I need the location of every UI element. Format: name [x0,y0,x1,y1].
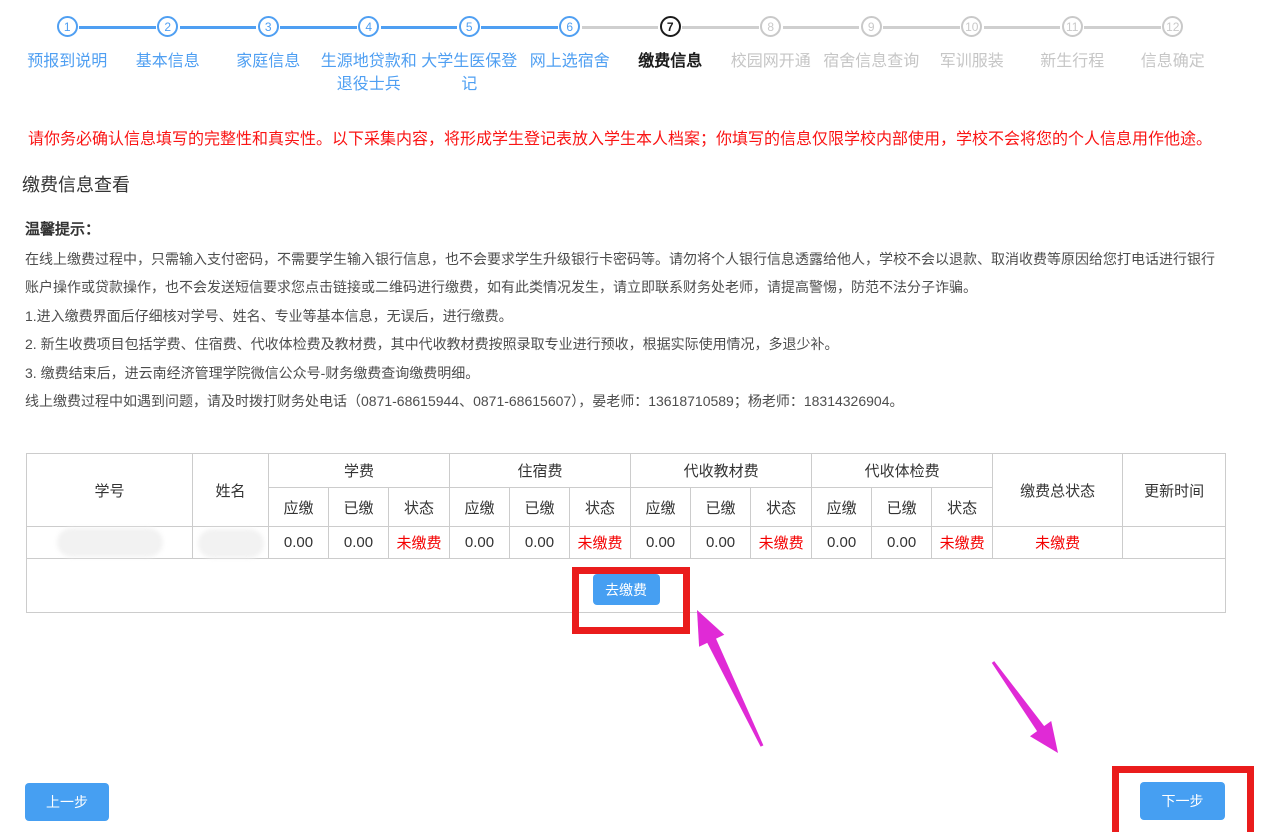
cell-tuition-status: 未缴费 [389,527,450,559]
subcol-status: 状态 [389,488,450,527]
col-group-physical: 代收体检费 [812,454,993,488]
subcol-paid: 已缴 [872,488,932,527]
step-label: 新生行程 [1022,50,1123,73]
col-header-update-time: 更新时间 [1123,454,1226,527]
step-circle-1: 1 [57,16,78,37]
cell-physical-paid: 0.00 [872,527,932,559]
step-label: 宿舍信息查询 [821,50,922,73]
redaction-blur [198,529,264,558]
col-header-total-status: 缴费总状态 [993,454,1123,527]
col-header-student-id: 学号 [27,454,193,527]
enrollment-wizard-page: 1 预报到说明 2 基本信息 3 家庭信息 4 生源地贷款和退役士兵 5 大学生… [0,0,1265,832]
step-label: 缴费信息 [620,50,721,73]
cell-dorm-due: 0.00 [450,527,510,559]
tips-item-1: 1.进入缴费界面后仔细核对学号、姓名、专业等基本信息，无误后，进行缴费。 [25,302,1217,331]
subcol-due: 应缴 [450,488,510,527]
step-circle-3: 3 [258,16,279,37]
step-label: 军训服装 [922,50,1023,73]
confidentiality-notice: 请你务必确认信息填写的完整性和真实性。以下采集内容，将形成学生登记表放入学生本人… [28,130,1243,150]
subcol-due: 应缴 [631,488,691,527]
subcol-due: 应缴 [812,488,872,527]
table-row: 0.00 0.00 未缴费 0.00 0.00 未缴费 0.00 0.00 未缴… [27,527,1226,559]
step-label: 家庭信息 [218,50,319,73]
arrow-to-next-step-icon [992,661,1058,753]
cell-name-redacted [193,527,269,559]
col-header-name: 姓名 [193,454,269,527]
subcol-paid: 已缴 [691,488,751,527]
payment-tips: 温馨提示： 在线上缴费过程中，只需输入支付密码，不需要学生输入银行信息，也不会要… [25,216,1217,416]
col-group-tuition: 学费 [269,454,450,488]
step-circle-12: 12 [1162,16,1183,37]
stepper-step-12[interactable]: 12 信息确定 [1123,16,1224,96]
cell-textbook-paid: 0.00 [691,527,751,559]
cell-tuition-due: 0.00 [269,527,329,559]
cell-total-status: 未缴费 [993,527,1123,559]
subcol-status: 状态 [932,488,993,527]
cell-dorm-status: 未缴费 [570,527,631,559]
cell-tuition-paid: 0.00 [329,527,389,559]
step-circle-10: 10 [961,16,982,37]
cell-student-id-redacted [27,527,193,559]
cell-textbook-due: 0.00 [631,527,691,559]
annotation-box-next-step [1112,766,1254,832]
cell-dorm-paid: 0.00 [510,527,570,559]
step-label: 基本信息 [118,50,219,73]
step-label: 校园网开通 [721,50,822,73]
col-group-dorm: 住宿费 [450,454,631,488]
step-circle-6: 6 [559,16,580,37]
stepper: 1 预报到说明 2 基本信息 3 家庭信息 4 生源地贷款和退役士兵 5 大学生… [17,16,1223,96]
redaction-blur [57,528,163,557]
step-label: 网上选宿舍 [520,50,621,73]
subcol-status: 状态 [570,488,631,527]
page-title: 缴费信息查看 [22,171,130,197]
step-circle-11: 11 [1062,16,1083,37]
subcol-due: 应缴 [269,488,329,527]
cell-physical-due: 0.00 [812,527,872,559]
col-group-textbook: 代收教材费 [631,454,812,488]
cell-textbook-status: 未缴费 [751,527,812,559]
tips-item-3: 3. 缴费结束后，进云南经济管理学院微信公众号-财务缴费查询缴费明细。 [25,359,1217,388]
step-circle-7: 7 [660,16,681,37]
annotation-arrows-layer [0,0,1265,832]
subcol-status: 状态 [751,488,812,527]
tips-title: 温馨提示： [25,216,1217,245]
step-label: 信息确定 [1123,50,1224,73]
previous-step-button[interactable]: 上一步 [25,783,109,821]
cell-physical-status: 未缴费 [932,527,993,559]
cell-update-time [1123,527,1226,559]
step-circle-4: 4 [358,16,379,37]
arrow-to-go-pay-icon [697,610,763,747]
step-circle-9: 9 [861,16,882,37]
step-label: 生源地贷款和退役士兵 [319,50,420,96]
step-circle-8: 8 [760,16,781,37]
subcol-paid: 已缴 [329,488,389,527]
step-label: 大学生医保登记 [419,50,520,96]
step-circle-5: 5 [459,16,480,37]
tips-item-2: 2. 新生收费项目包括学费、住宿费、代收体检费及教材费，其中代收教材费按照录取专… [25,330,1217,359]
step-label: 预报到说明 [17,50,118,73]
annotation-box-go-pay [572,567,690,634]
step-circle-2: 2 [157,16,178,37]
tips-contact: 线上缴费过程中如遇到问题，请及时拨打财务处电话（0871-68615944、08… [25,387,1217,416]
subcol-paid: 已缴 [510,488,570,527]
tips-warning: 在线上缴费过程中，只需输入支付密码，不需要学生输入银行信息，也不会要求学生升级银… [25,245,1217,302]
